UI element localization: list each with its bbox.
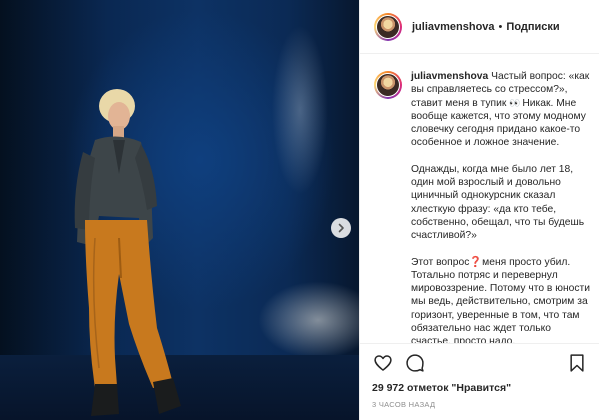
bookmark-icon[interactable] — [566, 352, 588, 374]
header-separator: • — [498, 20, 503, 33]
caption-paragraph-2: Однажды, когда мне было лет 18, один мой… — [411, 163, 585, 242]
eyes-emoji-icon: 👀 — [509, 97, 520, 108]
post-timestamp[interactable]: 3 ЧАСОВ НАЗАД — [372, 400, 588, 409]
header-username[interactable]: juliavmenshova — [412, 21, 495, 33]
avatar[interactable] — [374, 12, 402, 41]
caption-username[interactable]: juliavmenshova — [411, 71, 488, 82]
action-icons — [372, 352, 588, 374]
caption-avatar[interactable] — [374, 71, 402, 99]
post-actions: 29 972 отметок "Нравится" 3 ЧАСОВ НАЗАД — [360, 343, 599, 420]
likes-count[interactable]: 29 972 отметок "Нравится" — [372, 382, 588, 394]
caption-paragraph-3b: меня просто убил. Тотально потряс и пере… — [411, 256, 590, 343]
post-caption: juliavmenshova Частый вопрос: «как вы сп… — [360, 55, 599, 343]
caption-paragraph-3a: Этот вопрос — [411, 256, 470, 268]
heart-icon[interactable] — [372, 352, 394, 374]
caption-text: juliavmenshova Частый вопрос: «как вы сп… — [411, 70, 590, 343]
photo-figure — [74, 89, 181, 416]
comment-icon[interactable] — [404, 352, 426, 374]
chevron-right-icon — [338, 223, 344, 233]
next-photo-button[interactable] — [331, 218, 351, 238]
follow-status-button[interactable]: Подписки — [506, 21, 559, 33]
post-photo[interactable] — [0, 0, 359, 420]
question-emoji-icon: ❓ — [469, 256, 483, 268]
post-side-panel: juliavmenshova • Подписки juliavmenshova… — [359, 0, 599, 420]
post-header: juliavmenshova • Подписки — [360, 0, 599, 54]
